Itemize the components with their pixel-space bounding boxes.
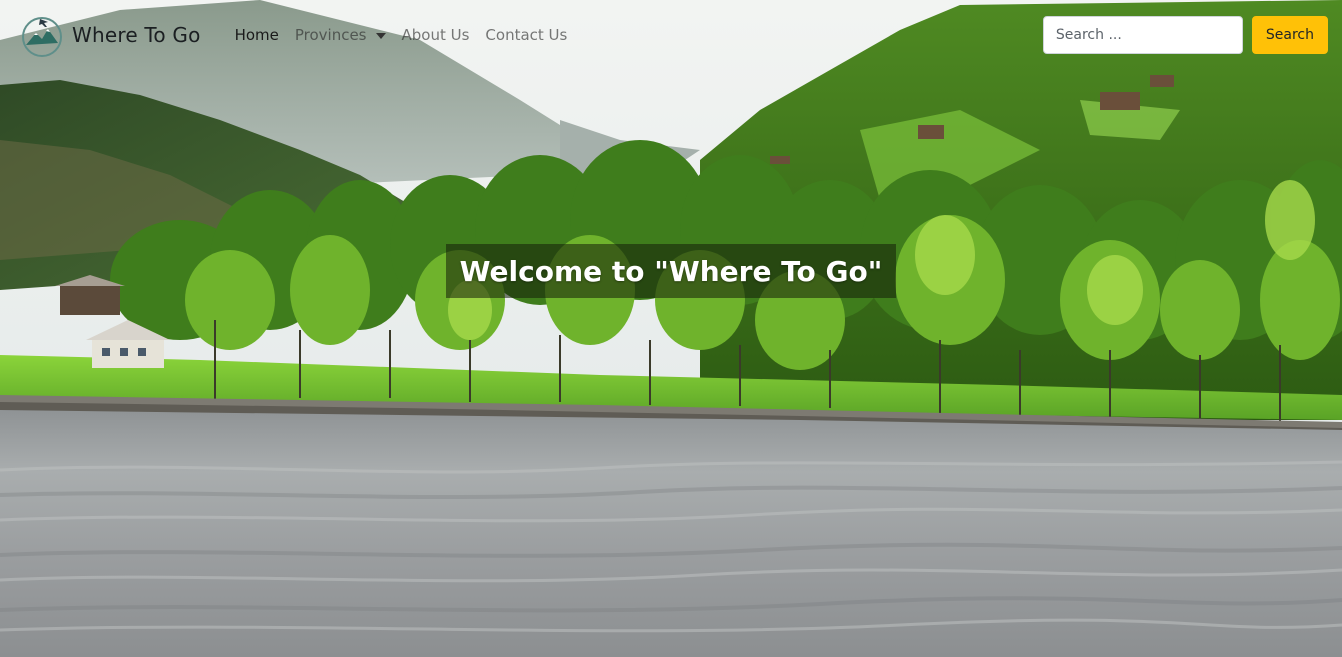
brand-link[interactable]: Where To Go [20, 13, 201, 57]
nav-link-about-us-label: About Us [401, 26, 470, 44]
nav-dropdown-provinces[interactable]: Provinces [287, 18, 394, 52]
welcome-heading: Welcome to "Where To Go" [459, 254, 883, 288]
nav-link-home-label: Home [234, 26, 279, 44]
welcome-banner: Welcome to "Where To Go" [446, 244, 896, 298]
caret-down-icon [375, 32, 386, 39]
nav-link-contact-us[interactable]: Contact Us [477, 18, 575, 52]
nav-link-contact-us-label: Contact Us [485, 26, 568, 44]
nav-link-about-us[interactable]: About Us [394, 18, 478, 52]
nav-links: Home Provinces About Us Contact Us [227, 18, 576, 52]
hero-landscape-image [0, 0, 1342, 657]
mountain-airplane-logo-icon [22, 17, 62, 57]
nav-link-provinces-label: Provinces [294, 26, 367, 44]
hero-section: Where To Go Home Provinces About Us Cont… [0, 0, 1342, 657]
search-form: Search [1042, 16, 1328, 54]
top-navbar: Where To Go Home Provinces About Us Cont… [0, 0, 1342, 70]
brand-name: Where To Go [72, 23, 201, 47]
nav-link-home[interactable]: Home [227, 18, 287, 52]
search-button[interactable]: Search [1251, 16, 1328, 54]
search-input[interactable] [1042, 16, 1243, 54]
